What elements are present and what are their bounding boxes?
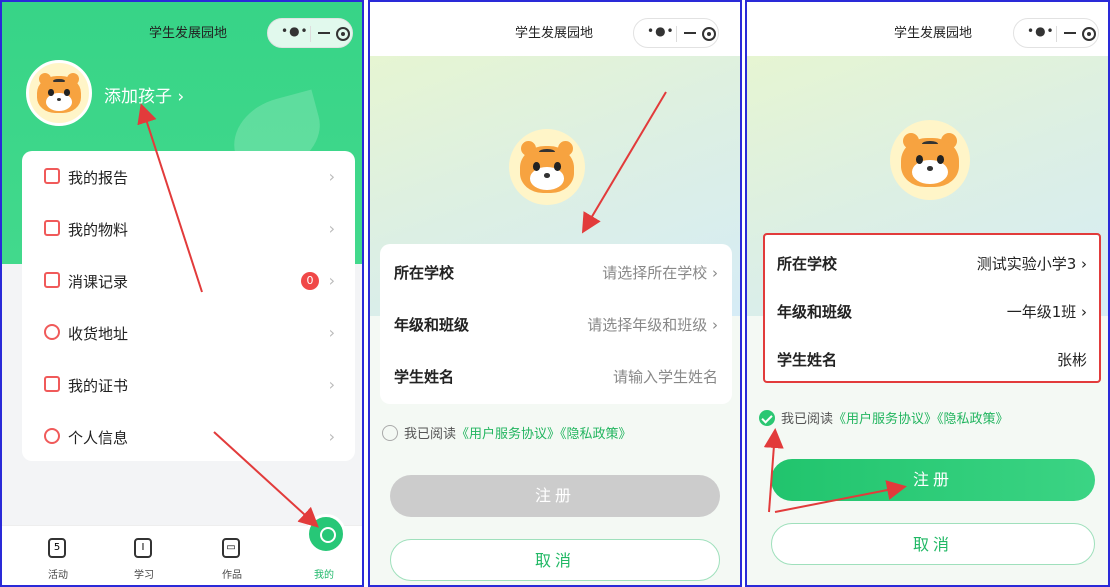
materials-icon (44, 220, 60, 236)
app-title: 学生发展园地 (149, 26, 228, 41)
close-icon[interactable] (336, 27, 350, 41)
menu-item-class-records[interactable]: 消课记录 0 › (22, 255, 355, 307)
bottom-tab-bar: 5 活动 I 学习 ▭ 作品 我的 (2, 514, 362, 585)
agreement-row: 我已阅读《用户服务协议》《隐私政策》 (759, 408, 1009, 427)
certificate-icon (44, 376, 60, 392)
menu-item-certificates[interactable]: 我的证书 › (22, 359, 355, 411)
minimize-icon[interactable] (684, 32, 696, 34)
miniprogram-capsule: •●• (1013, 18, 1099, 48)
miniprogram-capsule: •●• (633, 18, 719, 48)
grade-class-field[interactable]: 年级和班级 请选择年级和班级 › (380, 296, 732, 352)
chevron-right-icon: › (328, 375, 335, 394)
tiger-avatar (890, 120, 970, 200)
chevron-right-icon: › (328, 167, 335, 186)
privacy-policy-link[interactable]: 《隐私政策》 (560, 427, 632, 442)
menu-item-materials[interactable]: 我的物料 › (22, 203, 355, 255)
title-bar: 学生发展园地 •●• (370, 2, 740, 56)
menu-item-label: 消课记录 (68, 273, 129, 291)
menu-item-label: 我的物料 (68, 221, 129, 239)
field-label: 年级和班级 (394, 316, 470, 334)
student-name-input[interactable]: 请输入学生姓名 (613, 366, 718, 387)
grade-class-select[interactable]: 请选择年级和班级 › (587, 314, 718, 335)
app-title: 学生发展园地 (894, 26, 973, 41)
agree-text: 我已阅读 (781, 412, 834, 427)
field-label: 学生姓名 (394, 368, 455, 386)
menu-card: 我的报告 › 我的物料 › 消课记录 0 › 收货地址 › 我的证书 › 个人信… (22, 151, 355, 461)
user-agreement-link[interactable]: 《用户服务协议》 (456, 427, 560, 442)
child-avatar[interactable] (26, 60, 92, 126)
calendar-icon: 5 (48, 538, 66, 558)
menu-item-label: 收货地址 (68, 325, 129, 343)
close-icon[interactable] (702, 27, 716, 41)
menu-item-reports[interactable]: 我的报告 › (22, 151, 355, 203)
agreement-checkbox[interactable] (382, 425, 398, 441)
cancel-button[interactable]: 取消 (771, 523, 1095, 565)
school-select[interactable]: 请选择所在学校 › (602, 262, 718, 283)
tab-label: 作品 (222, 570, 242, 581)
tiger-avatar (509, 129, 585, 205)
agreement-checkbox[interactable] (759, 410, 775, 426)
miniprogram-capsule: •●• (267, 18, 353, 48)
register-screen-empty: 学生发展园地 •●• 所在学校 请选择所在学校 › 年级和班级 请选择年级和班级… (368, 0, 742, 587)
menu-item-label: 个人信息 (68, 429, 129, 447)
tab-label: 我的 (314, 570, 334, 581)
tab-me[interactable]: 我的 (284, 514, 362, 585)
field-label: 所在学校 (394, 264, 455, 282)
menu-item-personal-info[interactable]: 个人信息 › (22, 411, 355, 463)
student-form: 所在学校 请选择所在学校 › 年级和班级 请选择年级和班级 › 学生姓名 请输入… (380, 244, 732, 404)
calendar-icon (44, 272, 60, 288)
more-icon[interactable]: •●• (281, 24, 309, 38)
count-badge: 0 (301, 272, 319, 290)
chevron-right-icon: › (328, 271, 335, 290)
title-bar: 学生发展园地 •●• (747, 2, 1108, 56)
close-icon[interactable] (1082, 27, 1096, 41)
minimize-icon[interactable] (318, 32, 330, 34)
register-button[interactable]: 注册 (390, 475, 720, 517)
minimize-icon[interactable] (1064, 32, 1076, 34)
app-title: 学生发展园地 (515, 26, 594, 41)
report-icon (44, 168, 60, 184)
location-icon (44, 324, 60, 340)
more-icon[interactable]: •●• (647, 24, 675, 38)
tab-learning[interactable]: I 学习 (104, 526, 184, 585)
menu-item-label: 我的证书 (68, 377, 129, 395)
person-icon (44, 428, 60, 444)
tab-works[interactable]: ▭ 作品 (192, 526, 272, 585)
student-name-field[interactable]: 学生姓名 请输入学生姓名 (380, 348, 732, 404)
register-screen-filled: 学生发展园地 •●• 所在学校 测试实验小学3 › 年级和班级 一年级1班 › … (745, 0, 1110, 587)
chevron-right-icon: › (328, 427, 335, 446)
user-agreement-link[interactable]: 《用户服务协议》 (833, 412, 937, 427)
agree-text: 我已阅读 (404, 427, 457, 442)
tab-activities[interactable]: 5 活动 (18, 526, 98, 585)
menu-item-address[interactable]: 收货地址 › (22, 307, 355, 359)
cancel-button[interactable]: 取消 (390, 539, 720, 581)
tab-label: 活动 (48, 570, 68, 581)
add-child-link[interactable]: 添加孩子 › (104, 82, 184, 107)
me-icon (306, 514, 346, 554)
privacy-policy-link[interactable]: 《隐私政策》 (937, 412, 1009, 427)
chevron-right-icon: › (328, 323, 335, 342)
register-button[interactable]: 注册 (771, 459, 1095, 501)
menu-item-label: 我的报告 (68, 169, 129, 187)
easel-icon: ▭ (222, 538, 240, 558)
title-bar: 学生发展园地 •●• (2, 2, 362, 56)
more-icon[interactable]: •●• (1027, 24, 1055, 38)
tab-label: 学习 (134, 570, 154, 581)
highlight-box (763, 233, 1101, 383)
school-field[interactable]: 所在学校 请选择所在学校 › (380, 244, 732, 300)
profile-screen: 学生发展园地 •●• 添加孩子 › 我的报告 › 我的物料 › 消课记录 0 › (0, 0, 364, 587)
agreement-row: 我已阅读《用户服务协议》《隐私政策》 (382, 423, 632, 442)
book-icon: I (134, 538, 152, 558)
chevron-right-icon: › (328, 219, 335, 238)
